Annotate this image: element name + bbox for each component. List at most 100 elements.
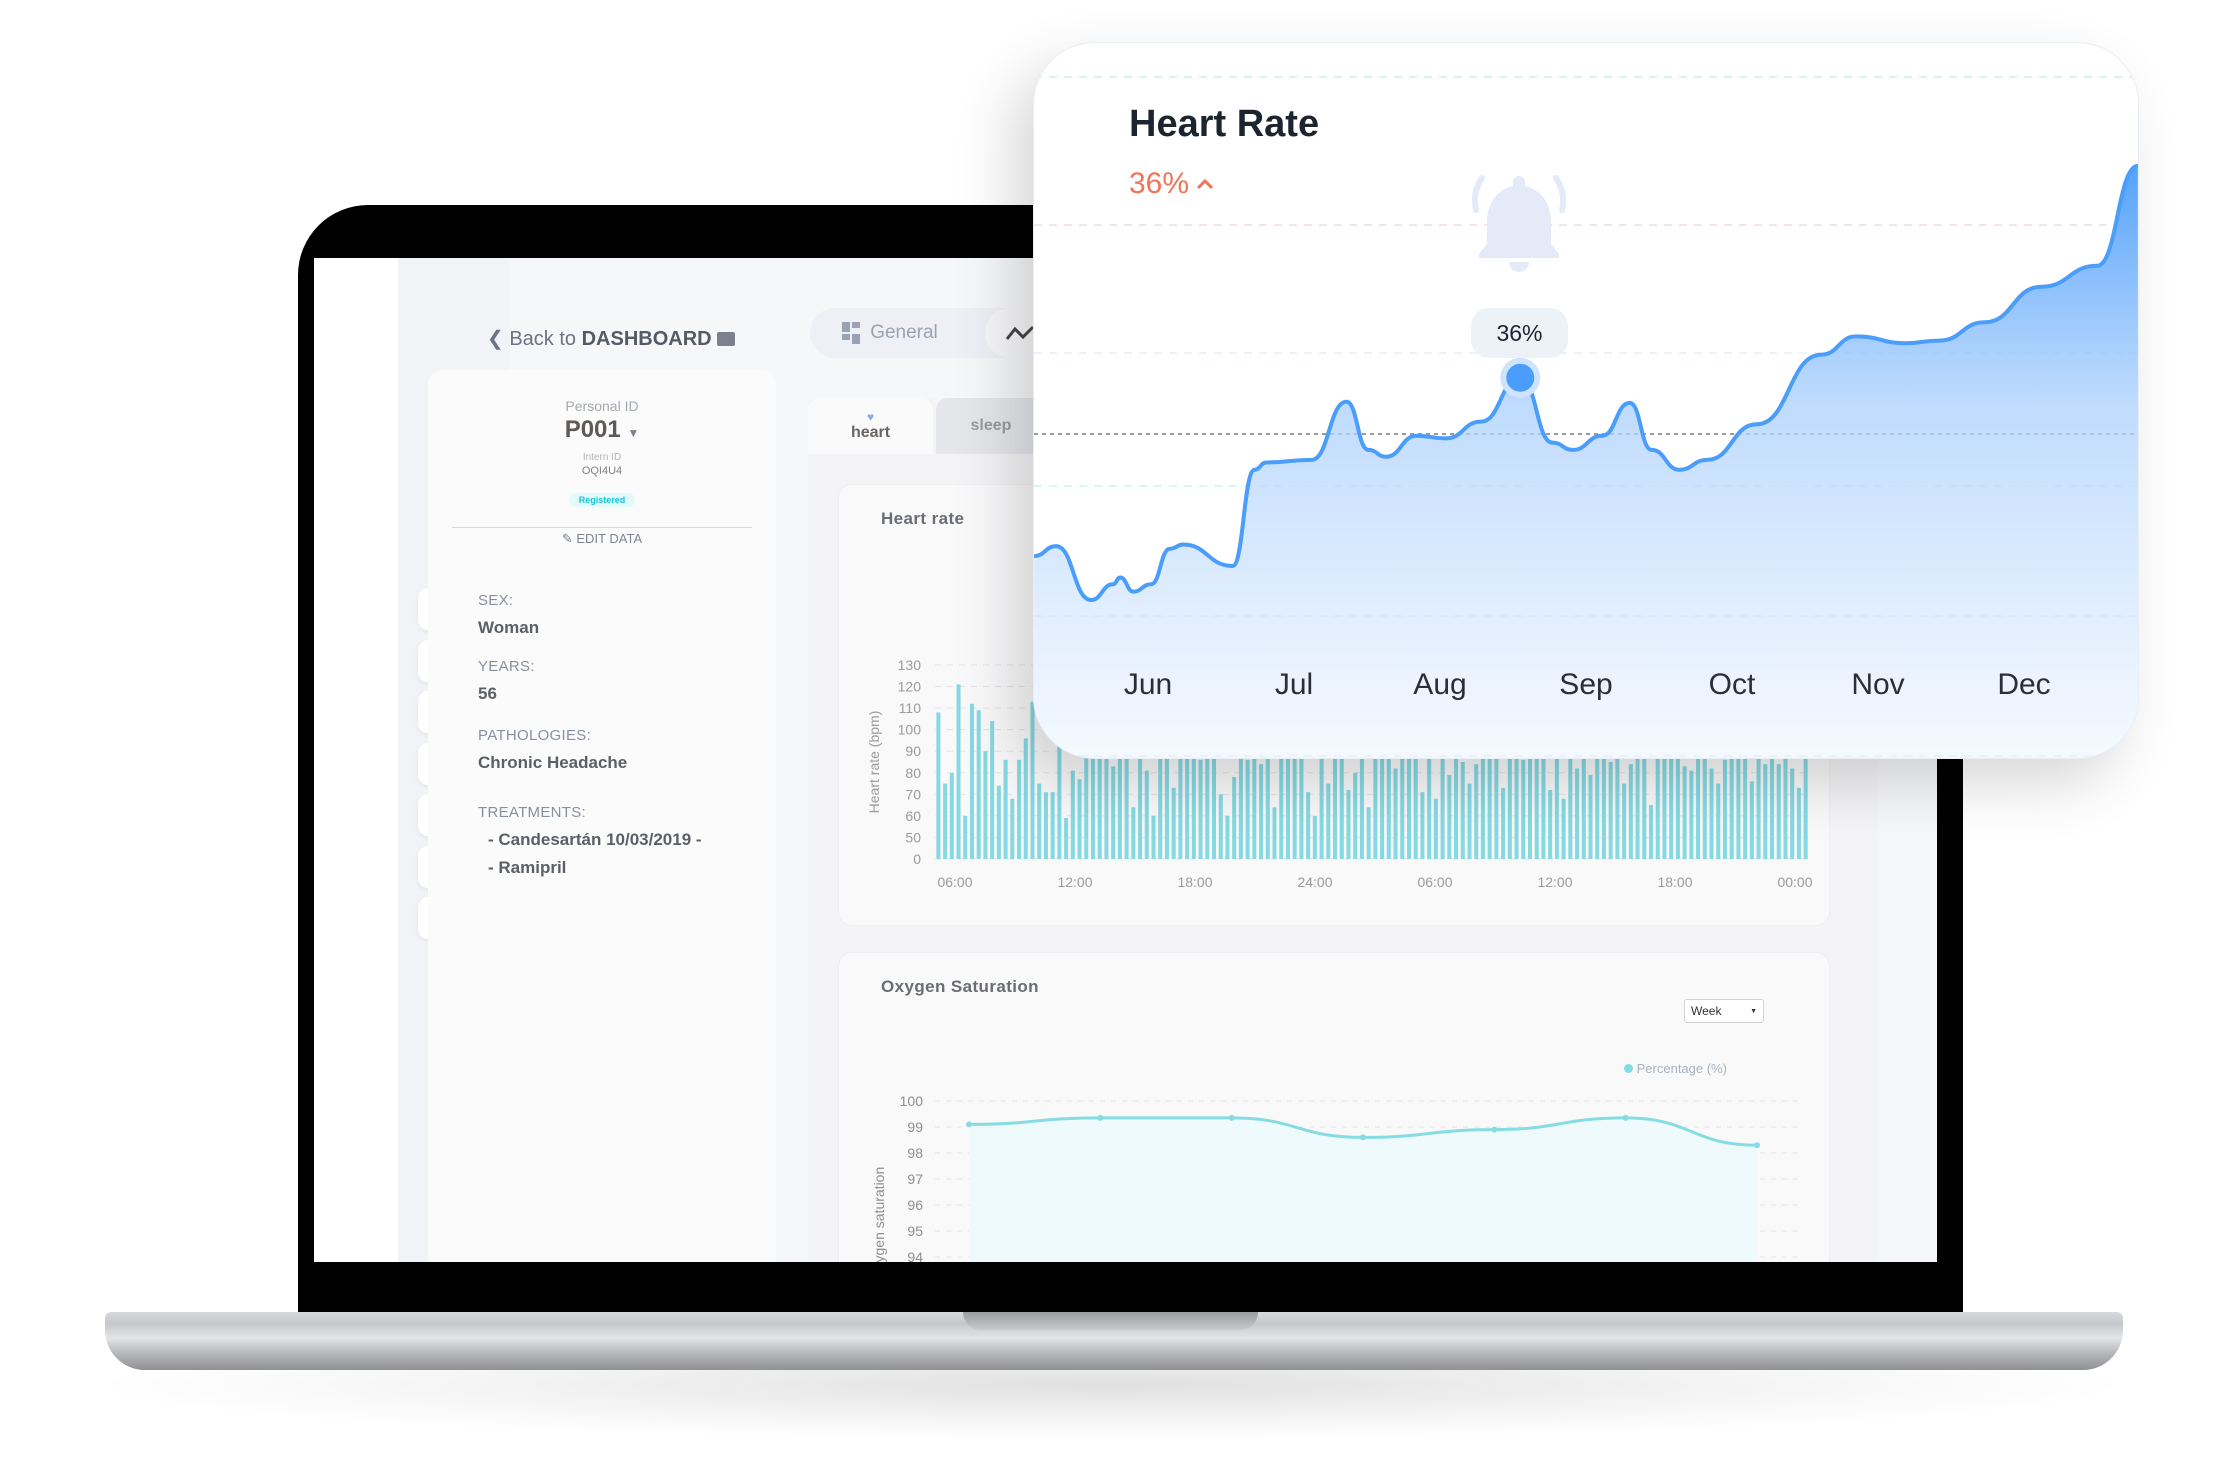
bar — [1729, 746, 1734, 859]
x-tick-label: 06:00 — [937, 874, 972, 890]
oxygen-line-chart: 93949596979899100oxygen saturation — [871, 1093, 1799, 1262]
back-to-dashboard-link[interactable]: ❮ Back to DASHBOARD — [487, 326, 736, 351]
x-tick-label: Sep — [1559, 668, 1613, 701]
bar — [1709, 768, 1714, 859]
bar — [1796, 787, 1801, 859]
bar — [1447, 774, 1452, 859]
personal-id-label: Personal ID — [565, 398, 639, 414]
value-tooltip: 36% — [1471, 308, 1568, 358]
y-tick-label: 100 — [900, 1093, 924, 1109]
bar — [1151, 815, 1156, 859]
bar — [1501, 787, 1506, 859]
bar — [1474, 764, 1479, 859]
personal-id-select[interactable]: P001 ▼ — [428, 416, 776, 444]
change-indicator: 36% — [1129, 167, 1215, 201]
bar — [963, 815, 968, 859]
bar — [1413, 757, 1418, 859]
caret-down-icon: ▼ — [627, 426, 640, 440]
chevron-left-icon: ❮ — [487, 328, 504, 350]
bar — [1164, 749, 1169, 859]
treatment-item: - Ramipril — [488, 858, 567, 877]
bar — [1420, 792, 1425, 859]
overlay-title: Heart Rate — [1129, 103, 1320, 145]
bar — [1460, 762, 1465, 859]
pathologies-label: PATHOLOGIES: — [478, 727, 592, 744]
bar — [1541, 744, 1546, 859]
bar — [1366, 807, 1371, 859]
bar — [976, 710, 981, 859]
bar — [1171, 787, 1176, 859]
bar — [1467, 783, 1472, 859]
x-tick-label: 18:00 — [1657, 874, 1692, 890]
bar — [1292, 749, 1297, 859]
edit-data-button[interactable]: ✎ EDIT DATA — [428, 531, 776, 547]
heartbeat-icon: ♥ — [866, 410, 875, 424]
treatment-item: - Candesartán 10/03/2019 - — [488, 830, 702, 849]
bar — [1722, 759, 1727, 859]
bar — [1353, 772, 1358, 859]
bar — [1575, 768, 1580, 859]
y-tick-label: 60 — [905, 808, 921, 824]
bar — [936, 712, 941, 859]
bar — [1050, 792, 1055, 859]
y-tick-label: 50 — [905, 829, 921, 845]
years-value: 56 — [478, 684, 497, 703]
subtab-heart[interactable]: ♥ heart — [808, 398, 933, 454]
bar — [1312, 815, 1317, 859]
heart-rate-overlay-card: Heart Rate 36% 36% Jun Jul Aug Sep Oct Nov Dec — [1033, 42, 2139, 759]
x-tick-label: 12:00 — [1537, 874, 1572, 890]
bar — [1622, 783, 1627, 859]
bar — [1023, 738, 1028, 859]
bar — [1346, 790, 1351, 859]
y-tick-label: 120 — [898, 679, 922, 695]
intern-id-value: OQI4U4 — [581, 465, 623, 477]
bar — [1232, 777, 1237, 859]
x-tick-label: 18:00 — [1177, 874, 1212, 890]
bar — [1689, 770, 1694, 859]
bar — [983, 751, 988, 859]
bar — [1003, 759, 1008, 859]
highlight-point[interactable] — [1506, 363, 1535, 392]
data-point — [1097, 1114, 1104, 1121]
data-point — [1491, 1126, 1498, 1133]
chevron-up-icon — [1196, 178, 1214, 190]
bar — [996, 785, 1001, 859]
bar — [1218, 794, 1223, 859]
x-tick-label: Dec — [1997, 668, 2051, 701]
bar — [1326, 783, 1331, 859]
y-axis-label: Heart rate (bpm) — [866, 711, 882, 814]
bar — [1648, 805, 1654, 859]
bar — [1043, 792, 1048, 859]
tab-general[interactable]: General — [810, 308, 970, 358]
bar — [1144, 770, 1149, 859]
status-badge: Registered — [568, 493, 636, 507]
bar — [990, 721, 995, 859]
y-tick-label: 70 — [905, 786, 921, 802]
years-label: YEARS: — [478, 658, 535, 675]
bar — [1272, 807, 1277, 859]
data-point — [1754, 1142, 1760, 1149]
y-axis-label: oxygen saturation — [871, 1167, 887, 1262]
patient-card: Personal ID P001 ▼ Intern ID OQI4U4 Regi… — [428, 370, 776, 1262]
bar — [1716, 783, 1721, 859]
folder-icon — [717, 332, 736, 346]
intern-id-label: Intern ID — [582, 452, 622, 463]
laptop-hinge-notch — [963, 1312, 1258, 1330]
x-tick-label: 12:00 — [1057, 874, 1092, 890]
oxygen-saturation-card: Oxygen Saturation Week ▼ Percentage (%) … — [838, 952, 1830, 1262]
bar — [1487, 755, 1492, 859]
bar — [1803, 746, 1808, 859]
bar — [1070, 770, 1075, 859]
x-tick-label: Jul — [1274, 668, 1314, 701]
bar — [1581, 742, 1586, 859]
bar — [1628, 764, 1633, 859]
treatments-label: TREATMENTS: — [478, 804, 587, 821]
sex-label: SEX: — [478, 592, 514, 609]
bar — [1037, 783, 1042, 859]
bar — [1198, 759, 1203, 859]
y-tick-label: 97 — [907, 1171, 923, 1187]
bar — [1393, 768, 1398, 859]
y-tick-label: 130 — [898, 657, 922, 673]
subtab-sleep[interactable]: sleep — [936, 398, 1046, 454]
x-tick-label: Jun — [1123, 668, 1173, 701]
